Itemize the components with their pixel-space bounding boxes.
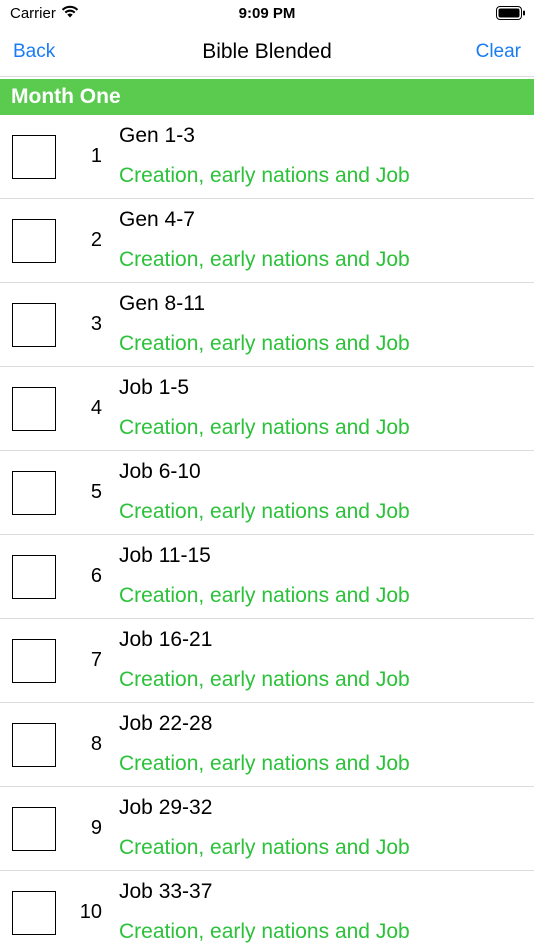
reading-reference: Gen 8-11 [119, 292, 205, 315]
reading-reference: Job 22-28 [119, 712, 213, 735]
reading-checkbox[interactable] [12, 303, 56, 347]
reading-checkbox[interactable] [12, 723, 56, 767]
day-number: 2 [90, 229, 102, 251]
section-header: Month One [0, 79, 534, 115]
reading-checkbox[interactable] [12, 639, 56, 683]
list-item[interactable]: 2 Gen 4-7 Creation, early nations and Jo… [0, 199, 534, 283]
day-number: 7 [90, 649, 102, 671]
reading-reference: Job 33-37 [119, 880, 213, 903]
reading-checkbox[interactable] [12, 219, 56, 263]
reading-description: Creation, early nations and Job [119, 164, 410, 187]
day-number: 6 [90, 565, 102, 587]
clear-button[interactable]: Clear [476, 41, 521, 63]
reading-reference: Gen 1-3 [119, 124, 195, 147]
reading-checkbox[interactable] [12, 555, 56, 599]
day-number: 1 [90, 145, 102, 167]
reading-checkbox[interactable] [12, 471, 56, 515]
list-item[interactable]: 4 Job 1-5 Creation, early nations and Jo… [0, 367, 534, 451]
battery-icon [496, 6, 526, 20]
reading-description: Creation, early nations and Job [119, 332, 410, 355]
reading-list: 1 Gen 1-3 Creation, early nations and Jo… [0, 115, 534, 950]
reading-checkbox[interactable] [12, 807, 56, 851]
day-number: 3 [90, 313, 102, 335]
reading-description: Creation, early nations and Job [119, 248, 410, 271]
reading-description: Creation, early nations and Job [119, 920, 410, 943]
section-title: Month One [11, 85, 121, 108]
day-number: 8 [90, 733, 102, 755]
list-item[interactable]: 5 Job 6-10 Creation, early nations and J… [0, 451, 534, 535]
reading-description: Creation, early nations and Job [119, 752, 410, 775]
reading-description: Creation, early nations and Job [119, 500, 410, 523]
day-number: 5 [90, 481, 102, 503]
list-item[interactable]: 9 Job 29-32 Creation, early nations and … [0, 787, 534, 871]
reading-reference: Job 1-5 [119, 376, 190, 399]
reading-checkbox[interactable] [12, 135, 56, 179]
list-item[interactable]: 6 Job 11-15 Creation, early nations and … [0, 535, 534, 619]
day-number: 4 [90, 397, 102, 419]
reading-checkbox[interactable] [12, 387, 56, 431]
reading-description: Creation, early nations and Job [119, 836, 410, 859]
list-item[interactable]: 7 Job 16-21 Creation, early nations and … [0, 619, 534, 703]
day-number: 10 [79, 901, 102, 923]
reading-reference: Gen 4-7 [119, 208, 195, 231]
page-title: Bible Blended [202, 40, 332, 63]
list-item[interactable]: 1 Gen 1-3 Creation, early nations and Jo… [0, 115, 534, 199]
reading-checkbox[interactable] [12, 891, 56, 935]
status-time: 9:09 PM [238, 5, 296, 22]
reading-reference: Job 11-15 [119, 544, 211, 567]
reading-reference: Job 16-21 [119, 628, 213, 651]
day-number: 9 [90, 817, 102, 839]
reading-description: Creation, early nations and Job [119, 584, 410, 607]
reading-description: Creation, early nations and Job [119, 668, 410, 691]
list-item[interactable]: 3 Gen 8-11 Creation, early nations and J… [0, 283, 534, 367]
status-bar: Carrier 9:09 PM [0, 0, 534, 28]
navigation-bar: Back Bible Blended Clear [0, 28, 534, 77]
reading-reference: Job 29-32 [119, 796, 213, 819]
reading-description: Creation, early nations and Job [119, 416, 410, 439]
list-item[interactable]: 8 Job 22-28 Creation, early nations and … [0, 703, 534, 787]
list-item[interactable]: 10 Job 33-37 Creation, early nations and… [0, 871, 534, 950]
reading-reference: Job 6-10 [119, 460, 201, 483]
